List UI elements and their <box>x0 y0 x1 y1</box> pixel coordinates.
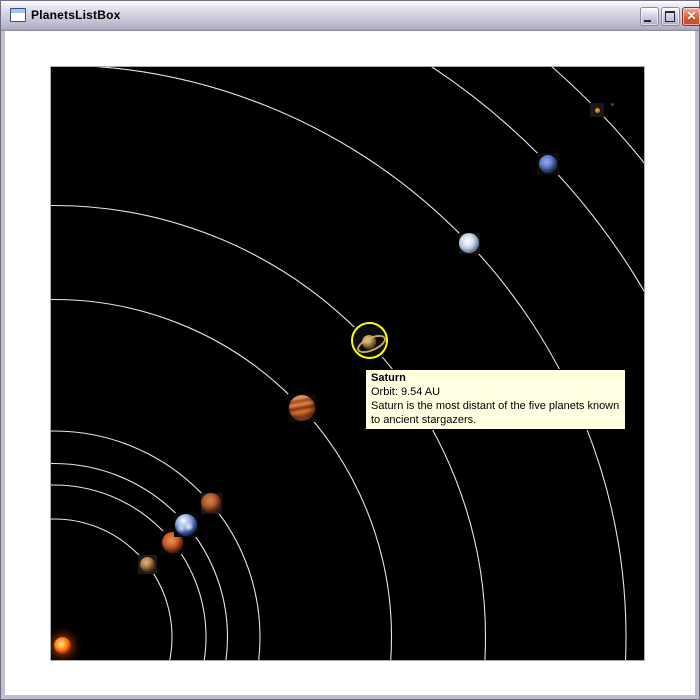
minimize-button[interactable] <box>640 7 659 26</box>
charon-dot <box>611 103 614 106</box>
minimize-icon <box>644 20 651 22</box>
close-button[interactable]: ✕ <box>682 7 700 26</box>
window-icon <box>10 8 26 22</box>
selection-ring <box>351 322 388 359</box>
tooltip-description: Saturn is the most distant of the five p… <box>371 399 620 427</box>
title-bar[interactable]: PlanetsListBox ✕ <box>1 1 699 31</box>
planets-window: PlanetsListBox ✕ Saturn Orbit: 9.54 AU S… <box>0 0 700 700</box>
sun-body <box>54 637 71 654</box>
saturn-tooltip: Saturn Orbit: 9.54 AU Saturn is the most… <box>365 369 626 430</box>
window-client-area: Saturn Orbit: 9.54 AU Saturn is the most… <box>5 31 695 695</box>
mercury-body <box>140 557 155 572</box>
neptune-body <box>539 155 557 173</box>
pluto-body <box>595 108 600 113</box>
planets-layer <box>51 67 644 660</box>
jupiter-body <box>289 395 315 421</box>
maximize-button[interactable] <box>661 7 680 26</box>
close-icon: ✕ <box>683 9 700 24</box>
tooltip-planet-name: Saturn <box>371 371 620 385</box>
mars-body <box>201 493 221 513</box>
tooltip-orbit-value: Orbit: 9.54 AU <box>371 385 620 399</box>
maximize-icon <box>665 11 675 22</box>
earth-body <box>175 514 197 536</box>
planets-listbox-canvas: Saturn Orbit: 9.54 AU Saturn is the most… <box>50 66 645 661</box>
uranus-body <box>459 233 479 253</box>
window-title: PlanetsListBox <box>31 8 121 22</box>
